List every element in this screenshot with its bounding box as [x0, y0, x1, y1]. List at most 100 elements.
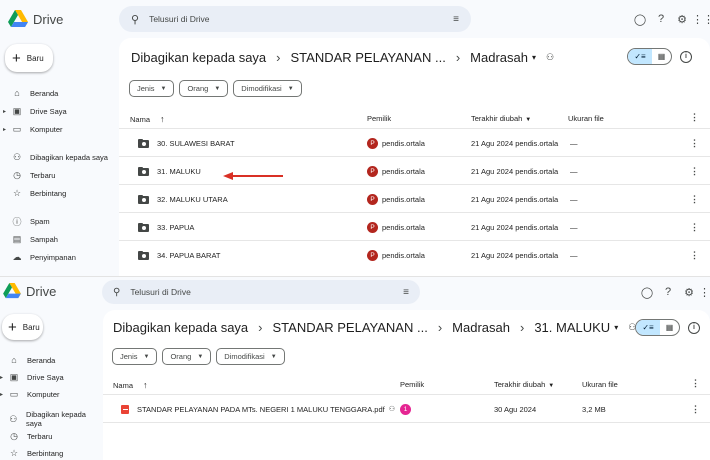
sidebar-item-starred[interactable]: ☆ Berbintang	[0, 446, 100, 460]
view-toggle: ✓≡ ▦	[635, 319, 680, 336]
column-header-owner[interactable]: Pemilik	[367, 114, 391, 123]
expand-caret-icon[interactable]: ▸	[3, 108, 10, 115]
new-button-label: Baru	[26, 53, 44, 63]
app-name: Drive	[26, 283, 57, 299]
more-vert-icon[interactable]: ⋮	[690, 112, 699, 123]
ready-offline-icon[interactable]: ◯	[640, 285, 654, 299]
search-options-icon[interactable]: ≡	[453, 14, 459, 25]
view-controls: ✓≡ ▦ i	[627, 48, 692, 65]
more-vert-icon[interactable]: ⋮	[691, 378, 700, 389]
more-vert-icon[interactable]: ⋮	[690, 185, 699, 213]
search-icon[interactable]: ⚲	[131, 13, 139, 26]
table-row[interactable]: STANDAR PELAYANAN PADA MTs. NEGERI 1 MAL…	[103, 394, 710, 422]
column-header-size[interactable]: Ukuran file	[568, 114, 604, 123]
info-icon[interactable]: i	[680, 50, 692, 63]
column-header-name[interactable]: Nama ↑	[130, 114, 165, 124]
sidebar-item-computers[interactable]: ▸ ▭ Komputer	[0, 387, 100, 401]
sort-up-arrow-icon[interactable]: ↑	[160, 114, 165, 124]
expand-caret-icon[interactable]: ▸	[3, 126, 10, 133]
column-header-name[interactable]: Nama ↑	[113, 380, 148, 390]
column-header-modified[interactable]: Terakhir diubah ▼	[494, 380, 554, 389]
sidebar-item-storage[interactable]: ☁ Penyimpanan	[3, 250, 113, 264]
more-vert-icon[interactable]: ⋮	[691, 395, 700, 423]
breadcrumb-item[interactable]: STANDAR PELAYANAN ...	[291, 50, 446, 65]
chip-label: Jenis	[137, 84, 155, 93]
sidebar-item-shared[interactable]: ⚇ Dibagikan kepada saya	[3, 150, 113, 164]
breadcrumb-current[interactable]: Madrasah	[470, 50, 528, 65]
chevron-right-icon: ›	[455, 50, 461, 65]
sidebar-item-home[interactable]: ⌂ Beranda	[0, 353, 100, 367]
more-vert-icon[interactable]: ⋮	[690, 213, 699, 241]
chevron-down-icon[interactable]: ▾	[532, 53, 536, 62]
chevron-down-icon: ▼	[197, 353, 204, 360]
search-bar[interactable]: ⚲ Telusuri di Drive ≡	[102, 280, 420, 304]
filter-type[interactable]: Jenis ▼	[129, 80, 175, 97]
chevron-right-icon: ›	[519, 320, 525, 335]
table-row[interactable]: 31. MALUKU Ppendis.ortala 21 Agu 2024 pend…	[119, 156, 710, 184]
sidebar-item-spam[interactable]: ⓘ Spam	[3, 214, 113, 228]
list-view-icon[interactable]: ✓≡	[636, 320, 660, 335]
table-row[interactable]: 33. PAPUA Ppendis.ortala 21 Agu 2024 pendi…	[119, 212, 710, 240]
column-header-modified[interactable]: Terakhir diubah ▼	[471, 114, 531, 123]
folder-name-cell: 33. PAPUA	[138, 213, 194, 241]
sidebar-item-trash[interactable]: ▤ Sampah	[3, 232, 113, 246]
table-row[interactable]: 32. MALUKU UTARA Ppendis.ortala 21 Agu 202…	[119, 184, 710, 212]
sidebar-item-computers[interactable]: ▸ ▭ Komputer	[3, 122, 113, 136]
more-vert-icon[interactable]: ⋮	[690, 157, 699, 185]
settings-gear-icon[interactable]: ⚙	[675, 12, 689, 26]
ready-offline-icon[interactable]: ◯	[633, 12, 647, 26]
breadcrumb-current[interactable]: 31. MALUKU	[534, 320, 610, 335]
sidebar-item-recent[interactable]: ◷ Terbaru	[3, 168, 113, 182]
filter-modified[interactable]: Dimodifikasi ▼	[233, 80, 302, 97]
info-icon[interactable]: i	[688, 321, 700, 334]
filter-people[interactable]: Orang ▼	[162, 348, 212, 365]
expand-caret-icon[interactable]: ▸	[0, 391, 7, 398]
search-options-icon[interactable]: ≡	[403, 287, 409, 298]
breadcrumb-item[interactable]: Dibagikan kepada saya	[113, 320, 248, 335]
apps-grid-icon[interactable]: ⋮⋮	[699, 285, 710, 299]
search-icon[interactable]: ⚲	[113, 287, 120, 298]
sidebar-item-home[interactable]: ⌂ Beranda	[3, 86, 113, 100]
drive-logo-icon	[3, 283, 21, 299]
table-row[interactable]: 30. SULAWESI BARAT Ppendis.ortala 21 Agu 2…	[119, 128, 710, 156]
sidebar-label: Terbaru	[27, 431, 53, 441]
search-bar[interactable]: ⚲ Telusuri di Drive ≡	[119, 6, 471, 32]
sort-up-arrow-icon[interactable]: ↑	[143, 380, 148, 390]
header-actions: ◯ ? ⚙ ⋮⋮	[640, 285, 710, 299]
settings-gear-icon[interactable]: ⚙	[682, 285, 696, 299]
sidebar-item-starred[interactable]: ☆ Berbintang	[3, 186, 113, 200]
filter-people[interactable]: Orang ▼	[179, 80, 229, 97]
size-cell: —	[570, 222, 578, 232]
apps-grid-icon[interactable]: ⋮⋮	[692, 12, 710, 26]
breadcrumb-item[interactable]: Dibagikan kepada saya	[131, 50, 266, 65]
new-button[interactable]: + Baru	[2, 314, 43, 340]
search-input[interactable]: Telusuri di Drive	[149, 14, 453, 24]
sidebar-item-recent[interactable]: ◷ Terbaru	[0, 429, 100, 443]
new-button[interactable]: + Baru	[5, 44, 53, 72]
drive-logo[interactable]: Drive	[3, 283, 56, 299]
search-input[interactable]: Telusuri di Drive	[130, 287, 403, 297]
grid-view-icon[interactable]: ▦	[652, 49, 671, 64]
more-vert-icon[interactable]: ⋮	[690, 129, 699, 157]
more-vert-icon[interactable]: ⋮	[690, 241, 699, 269]
expand-caret-icon[interactable]: ▸	[0, 374, 7, 381]
chevron-down-icon[interactable]: ▾	[614, 323, 618, 332]
grid-view-icon[interactable]: ▦	[660, 320, 679, 335]
list-view-icon[interactable]: ✓≡	[628, 49, 652, 64]
shared-people-icon: ⚇	[546, 52, 555, 62]
breadcrumb-item[interactable]: STANDAR PELAYANAN ...	[273, 320, 428, 335]
filter-modified[interactable]: Dimodifikasi ▼	[216, 348, 285, 365]
table-row[interactable]: 34. PAPUA BARAT Ppendis.ortala 21 Agu 2024…	[119, 240, 710, 268]
column-header-size[interactable]: Ukuran file	[582, 380, 618, 389]
sidebar-item-my-drive[interactable]: ▸ ▣ Drive Saya	[0, 370, 100, 384]
breadcrumb-item[interactable]: Madrasah	[452, 320, 510, 335]
folder-name: 31. MALUKU	[157, 166, 201, 176]
help-icon[interactable]: ?	[661, 285, 675, 299]
drive-logo[interactable]: Drive	[8, 10, 63, 28]
filter-type[interactable]: Jenis ▼	[112, 348, 158, 365]
sidebar-item-shared[interactable]: ⚇ Dibagikan kepada saya	[0, 410, 100, 428]
sidebar-item-my-drive[interactable]: ▸ ▣ Drive Saya	[3, 104, 113, 118]
column-header-owner[interactable]: Pemilik	[400, 380, 424, 389]
modified-cell: 21 Agu 2024 pendis.ortala	[471, 166, 559, 176]
help-icon[interactable]: ?	[654, 12, 668, 26]
